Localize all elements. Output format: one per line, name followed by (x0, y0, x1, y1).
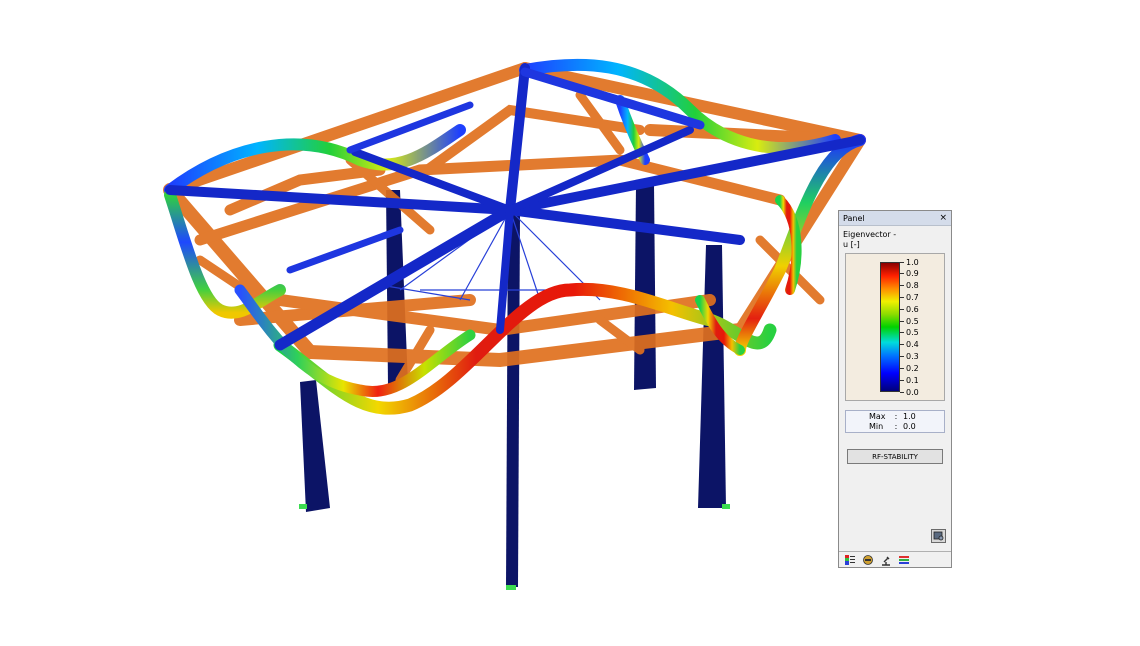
legend-tick: 0.4 (900, 340, 919, 350)
column-front-left[interactable] (300, 380, 330, 512)
legend-ticks: 1.0 0.9 0.8 0.7 0.6 0.5 0.5 0.4 0.3 0.2 … (900, 258, 944, 397)
color-scale-icon[interactable] (844, 554, 856, 566)
max-label: Max (869, 412, 886, 421)
support-node[interactable] (722, 504, 730, 509)
min-value: 0.0 (903, 422, 916, 431)
min-row: Min : 0.0 (846, 422, 944, 431)
legend-tick: 0.7 (900, 292, 919, 302)
legend-tick: 0.6 (900, 304, 919, 314)
structure-3d-view[interactable] (0, 0, 1140, 646)
results-panel: Panel × Eigenvector - u [-] 1.0 0.9 0.8 … (838, 210, 952, 568)
results-filter-icon[interactable] (862, 554, 874, 566)
legend-tick: 0.9 (900, 269, 919, 279)
unit-label: u [-] (843, 240, 860, 249)
rafter[interactable] (505, 63, 530, 215)
color-scale-bar (880, 262, 900, 392)
legend-tick: 0.5 (900, 328, 919, 338)
rf-stability-button[interactable]: RF-STABILITY (847, 449, 943, 464)
panel-title: Panel (843, 213, 865, 223)
legend-tick: 0.5 (900, 316, 919, 326)
column-front-right[interactable] (698, 245, 726, 508)
layers-icon[interactable] (898, 554, 910, 566)
legend-tick: 0.8 (900, 281, 919, 291)
result-label: Eigenvector - (843, 230, 897, 239)
support-node[interactable] (299, 504, 307, 509)
panel-titlebar[interactable]: Panel × (839, 211, 951, 226)
microscope-icon[interactable] (880, 554, 892, 566)
legend-tick: 0.1 (900, 375, 919, 385)
legend-tick: 0.3 (900, 352, 919, 362)
rafter[interactable] (286, 226, 404, 274)
close-icon[interactable]: × (939, 213, 947, 223)
max-value: 1.0 (903, 412, 916, 421)
max-min-box: Max : 1.0 Min : 0.0 (845, 410, 945, 433)
print-preview-icon[interactable] (931, 529, 946, 543)
column-back-right[interactable] (634, 184, 656, 390)
legend-tick: 0.0 (900, 387, 919, 397)
rafter[interactable] (505, 205, 745, 245)
support-node[interactable] (506, 585, 516, 590)
panel-tabs (839, 551, 951, 567)
max-row: Max : 1.0 (846, 412, 944, 421)
legend-tick: 1.0 (900, 257, 919, 267)
color-legend: 1.0 0.9 0.8 0.7 0.6 0.5 0.5 0.4 0.3 0.2 … (845, 253, 945, 401)
legend-tick: 0.2 (900, 363, 919, 373)
min-label: Min (869, 422, 884, 431)
ring-beam[interactable] (303, 323, 747, 368)
